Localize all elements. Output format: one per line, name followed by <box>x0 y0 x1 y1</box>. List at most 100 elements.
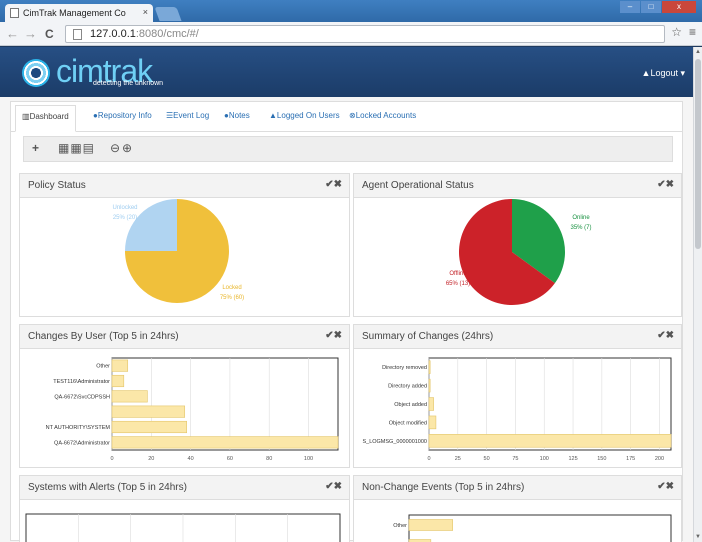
category-label: Object modified <box>389 420 427 426</box>
tab-label: Locked Accounts <box>355 111 417 120</box>
panel-controls-icon[interactable]: ✔✖ <box>325 179 342 190</box>
panel-title: Systems with Alerts (Top 5 in 24hrs) <box>28 482 187 493</box>
reload-icon[interactable]: C <box>45 27 54 41</box>
tick-label: 200 <box>655 456 664 462</box>
tick-label: 40 <box>188 456 194 462</box>
changes-by-user-panel: Changes By User (Top 5 in 24hrs) ✔✖ 0 20 4… <box>19 324 350 468</box>
tab-label: Logged On Users <box>276 111 340 120</box>
page-icon <box>10 8 19 18</box>
star-icon[interactable]: ☆ <box>671 25 682 39</box>
close-tab-icon[interactable]: × <box>143 7 148 17</box>
app-header: cimtrak detecting the unknown ▲Logout ▾ <box>0 47 693 97</box>
forward-icon[interactable]: → <box>24 26 37 41</box>
panel-header: Policy Status ✔✖ <box>20 174 349 198</box>
category-label: Other <box>393 523 407 529</box>
main-tabs: ▥Dashboard ●Repository Info ☰Event Log ●… <box>11 102 682 132</box>
bar <box>111 436 339 449</box>
layout-grid-icon[interactable]: ▦▦▤ <box>58 141 95 155</box>
menu-icon[interactable]: ≡ <box>689 25 696 39</box>
panel-title: Summary of Changes (24hrs) <box>362 331 494 342</box>
tab-locked-accounts[interactable]: ⊗Locked Accounts <box>349 111 416 120</box>
agent-status-chart: Online 35% (7) Offline 65% (13) <box>446 199 592 305</box>
category-label: S_LOGMSG_0000001000 <box>362 439 427 445</box>
tick-label: 125 <box>568 456 577 462</box>
policy-status-panel: Policy Status ✔✖ Unlocked 25% (20) Locked 7… <box>19 173 350 317</box>
tab-repository-info[interactable]: ●Repository Info <box>93 111 152 120</box>
bar <box>428 415 437 430</box>
collapse-expand-icon[interactable]: ⊖⊕ <box>110 141 134 155</box>
panel-controls-icon[interactable]: ✔✖ <box>657 330 674 341</box>
category-label: TEST116\Administrator <box>53 379 110 385</box>
category-label: QA-6672\SvcCDPSSH <box>54 394 110 400</box>
logo-tagline: detecting the unknown <box>93 80 164 87</box>
summary-of-changes-panel: Summary of Changes (24hrs) ✔✖ 0 25 50 75 100… <box>353 324 682 468</box>
category-label: QA-6672\Administrator <box>54 440 110 446</box>
tick-label: 60 <box>227 456 233 462</box>
pie-label: Offline <box>449 271 467 277</box>
url-path: :8080/cmc/#/ <box>135 28 199 40</box>
panel-title: Policy Status <box>28 180 86 191</box>
non-change-events-panel: Non-Change Events (Top 5 in 24hrs) ✔✖ Ot… <box>353 475 682 542</box>
tab-dashboard[interactable]: ▥Dashboard <box>15 105 76 132</box>
category-label: Object added <box>394 402 427 408</box>
address-bar[interactable]: 127.0.0.1:8080/cmc/#/ <box>65 25 665 43</box>
tick-label: 150 <box>597 456 606 462</box>
pie-label: Unlocked <box>112 205 137 211</box>
bar <box>428 378 431 393</box>
browser-toolbar: ← → C 127.0.0.1:8080/cmc/#/ ☆ ≡ <box>0 22 702 46</box>
pie-value-label: 25% (20) <box>113 215 137 221</box>
url-host: 127.0.0.1 <box>90 28 136 40</box>
back-icon[interactable]: ← <box>6 26 19 41</box>
tab-notes[interactable]: ●Notes <box>224 111 250 120</box>
browser-tab[interactable]: CimTrak Management Co × <box>5 4 153 22</box>
new-tab-button[interactable] <box>154 7 182 21</box>
minimize-button[interactable]: – <box>620 1 640 13</box>
window-controls: – □ x <box>620 1 696 13</box>
non-change-events-chart: OtherUser logon <box>393 514 672 542</box>
tick-label: 0 <box>427 456 430 462</box>
tick-label: 20 <box>148 456 154 462</box>
tick-label: 100 <box>304 456 313 462</box>
tab-event-log[interactable]: ☰Event Log <box>166 111 209 120</box>
tab-logged-on-users[interactable]: ▲Logged On Users <box>269 111 340 120</box>
page: cimtrak detecting the unknown ▲Logout ▾ … <box>0 47 693 542</box>
scrollbar-thumb[interactable] <box>695 59 701 249</box>
logout-menu[interactable]: ▲Logout ▾ <box>642 68 685 79</box>
panel-controls-icon[interactable]: ✔✖ <box>325 330 342 341</box>
category-label: Directory removed <box>382 365 427 371</box>
close-window-button[interactable]: x <box>662 1 696 13</box>
page-scrollbar[interactable]: ▲ ▼ <box>693 47 702 542</box>
panel-header: Summary of Changes (24hrs) ✔✖ <box>354 325 681 349</box>
bar <box>428 397 434 411</box>
dashboard-icon: ▥ <box>22 112 30 121</box>
maximize-button[interactable]: □ <box>641 1 661 13</box>
scroll-down-icon[interactable]: ▼ <box>695 534 701 540</box>
bar <box>428 360 431 374</box>
panel-header: Systems with Alerts (Top 5 in 24hrs) ✔✖ <box>20 476 349 500</box>
bar <box>428 434 672 448</box>
tick-label: 175 <box>626 456 635 462</box>
bar <box>408 519 453 531</box>
scroll-up-icon[interactable]: ▲ <box>695 49 701 55</box>
category-label: Other <box>96 364 110 370</box>
tab-label: Repository Info <box>97 111 152 120</box>
add-widget-icon[interactable]: + <box>32 141 39 155</box>
panel-title: Non-Change Events (Top 5 in 24hrs) <box>362 482 525 493</box>
bar <box>111 390 148 403</box>
systems-with-alerts-panel: Systems with Alerts (Top 5 in 24hrs) ✔✖ <box>19 475 350 542</box>
tick-label: 50 <box>484 456 490 462</box>
tab-label: Notes <box>228 111 250 120</box>
tick-label: 25 <box>455 456 461 462</box>
browser-titlebar: CimTrak Management Co × – □ x <box>0 0 702 22</box>
panel-controls-icon[interactable]: ✔✖ <box>657 481 674 492</box>
bar <box>111 374 125 388</box>
panel-header: Agent Operational Status ✔✖ <box>354 174 681 198</box>
category-label: NT AUTHORITY\SYSTEM <box>46 425 111 431</box>
bar <box>111 420 187 434</box>
locked-icon: ⊗ <box>349 111 356 120</box>
panel-controls-icon[interactable]: ✔✖ <box>325 481 342 492</box>
panel-controls-icon[interactable]: ✔✖ <box>657 179 674 190</box>
bar <box>111 405 186 418</box>
panel-header: Non-Change Events (Top 5 in 24hrs) ✔✖ <box>354 476 681 500</box>
dashboard-content: ▥Dashboard ●Repository Info ☰Event Log ●… <box>10 101 683 542</box>
